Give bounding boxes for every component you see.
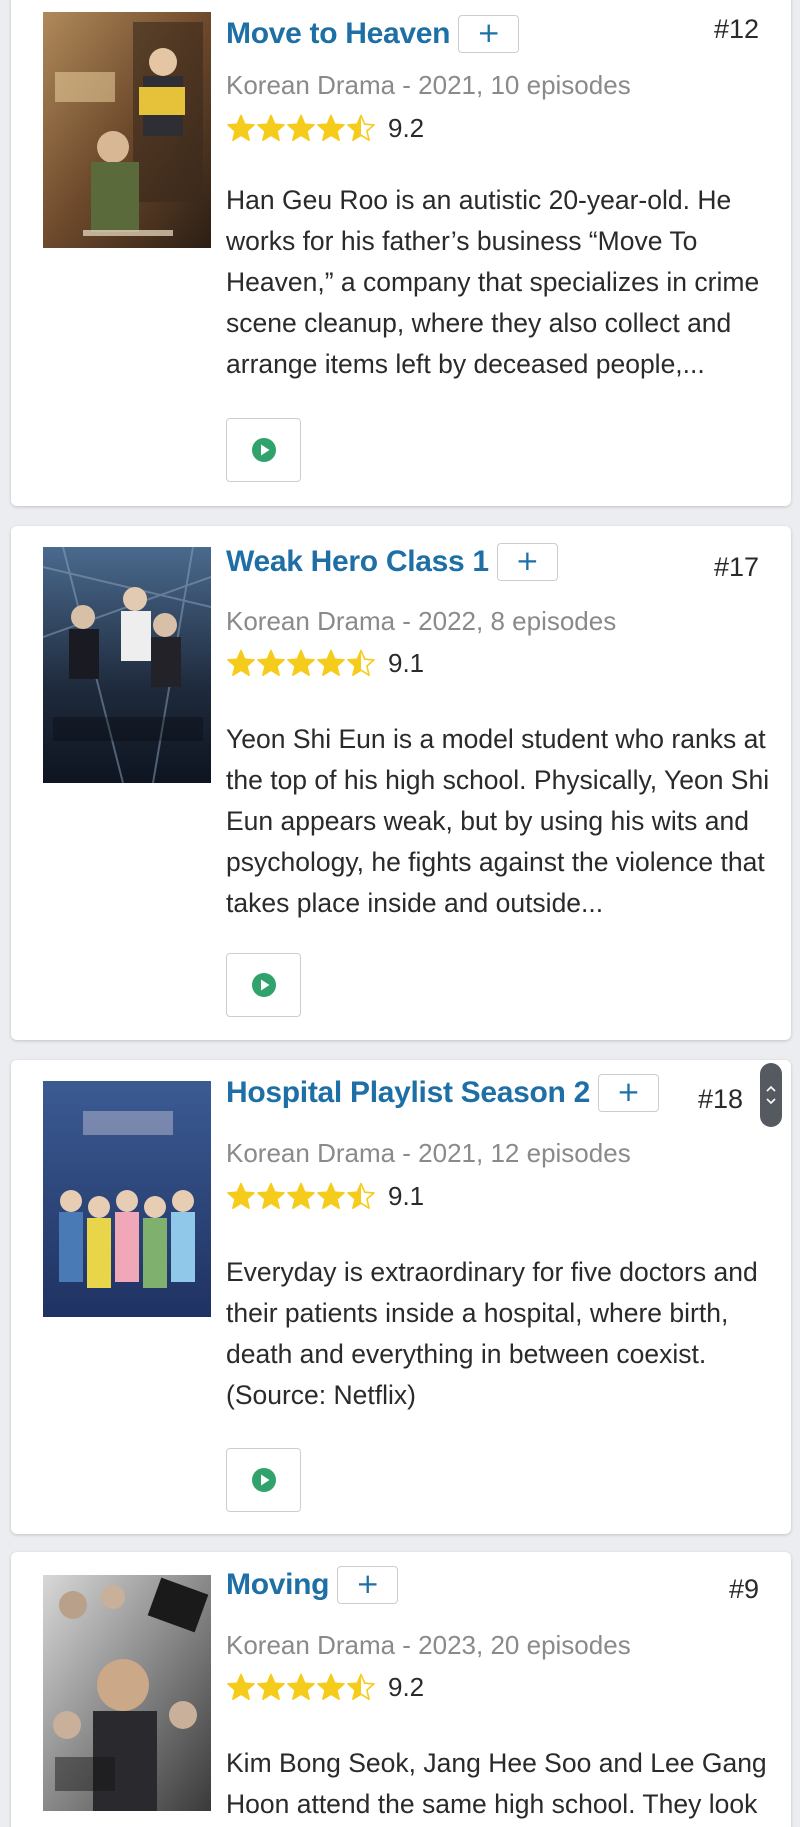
star-rating — [226, 649, 376, 678]
drama-meta: Korean Drama - 2021, 12 episodes — [226, 1138, 631, 1168]
rank-label: #12 — [713, 14, 759, 44]
rating-score: 9.2 — [388, 1672, 425, 1702]
rating-score: 9.1 — [388, 648, 425, 678]
play-trailer-button[interactable] — [226, 418, 301, 482]
star-full-icon — [317, 114, 345, 141]
drama-title[interactable]: Moving — [226, 1568, 329, 1602]
star-full-icon — [287, 1673, 315, 1700]
star-full-icon — [227, 1182, 255, 1209]
star-half-icon — [347, 1673, 375, 1700]
star-rating — [226, 1673, 376, 1702]
star-full-icon — [287, 114, 315, 141]
rating: 9.1 — [226, 648, 424, 679]
rating: 9.2 — [226, 1672, 424, 1703]
add-to-list-button[interactable]: + — [458, 15, 520, 53]
star-full-icon — [287, 1182, 315, 1209]
add-to-list-button[interactable]: + — [598, 1074, 660, 1112]
rating-score: 9.2 — [388, 113, 425, 143]
drama-meta: Korean Drama - 2021, 10 episodes — [226, 70, 631, 100]
add-to-list-button[interactable]: + — [496, 543, 558, 581]
star-full-icon — [227, 114, 255, 141]
star-full-icon — [257, 114, 285, 141]
star-full-icon — [227, 649, 255, 676]
star-full-icon — [317, 1673, 345, 1700]
drama-synopsis: Yeon Shi Eun is a model student who rank… — [226, 724, 770, 918]
drama-synopsis: Kim Bong Seok, Jang Hee Soo and Lee Gang… — [226, 1748, 767, 1819]
star-full-icon — [257, 1673, 285, 1700]
poster-image[interactable] — [43, 1575, 211, 1811]
drama-card: Moving + #9 Korean Drama - 2023, 20 epis… — [11, 1552, 791, 1827]
star-full-icon — [227, 1673, 255, 1700]
drama-synopsis: Han Geu Roo is an autistic 20-year-old. … — [226, 185, 760, 379]
play-trailer-button[interactable] — [226, 953, 301, 1017]
drama-title[interactable]: Hospital Playlist Season 2 — [226, 1076, 590, 1110]
star-half-icon — [347, 1182, 375, 1209]
star-full-icon — [257, 649, 285, 676]
scroll-handle[interactable] — [760, 1063, 782, 1127]
star-rating — [226, 1182, 376, 1211]
poster-image[interactable] — [43, 547, 211, 783]
drama-title[interactable]: Move to Heaven — [226, 17, 451, 51]
play-icon — [251, 973, 276, 997]
chevron-down-icon[interactable] — [765, 1095, 777, 1107]
chevron-up-icon[interactable] — [765, 1083, 777, 1095]
add-to-list-button[interactable]: + — [337, 1566, 399, 1604]
drama-card: Weak Hero Class 1 + #17 Korean Drama - 2… — [11, 526, 791, 1040]
drama-meta: Korean Drama - 2022, 8 episodes — [226, 606, 617, 636]
poster-image[interactable] — [43, 1081, 211, 1317]
title-row: Weak Hero Class 1 + — [226, 540, 779, 584]
star-full-icon — [257, 1182, 285, 1209]
title-row: Moving + — [226, 1563, 779, 1607]
drama-meta: Korean Drama - 2023, 20 episodes — [226, 1630, 631, 1660]
play-trailer-button[interactable] — [226, 1448, 301, 1512]
poster-image[interactable] — [43, 12, 211, 248]
title-row: Hospital Playlist Season 2 + — [226, 1071, 779, 1115]
rating: 9.2 — [226, 113, 424, 144]
rating-score: 9.1 — [388, 1181, 425, 1211]
star-full-icon — [287, 649, 315, 676]
title-row: Move to Heaven + — [226, 12, 779, 56]
rank-label: #9 — [728, 1574, 759, 1604]
star-rating — [226, 114, 376, 143]
star-full-icon — [317, 1182, 345, 1209]
star-half-icon — [347, 649, 375, 676]
drama-card: Move to Heaven + #12 Korean Drama - 2021… — [11, 0, 791, 506]
rank-label: #17 — [713, 552, 759, 582]
rank-label: #18 — [697, 1084, 743, 1114]
star-full-icon — [317, 649, 345, 676]
play-icon — [251, 1468, 276, 1492]
star-half-icon — [347, 114, 375, 141]
play-icon — [251, 438, 276, 462]
drama-synopsis: Everyday is extraordinary for five docto… — [226, 1257, 758, 1410]
drama-card: Hospital Playlist Season 2 + #18 Korean … — [11, 1060, 791, 1534]
rating: 9.1 — [226, 1181, 424, 1212]
drama-title[interactable]: Weak Hero Class 1 — [226, 545, 489, 579]
